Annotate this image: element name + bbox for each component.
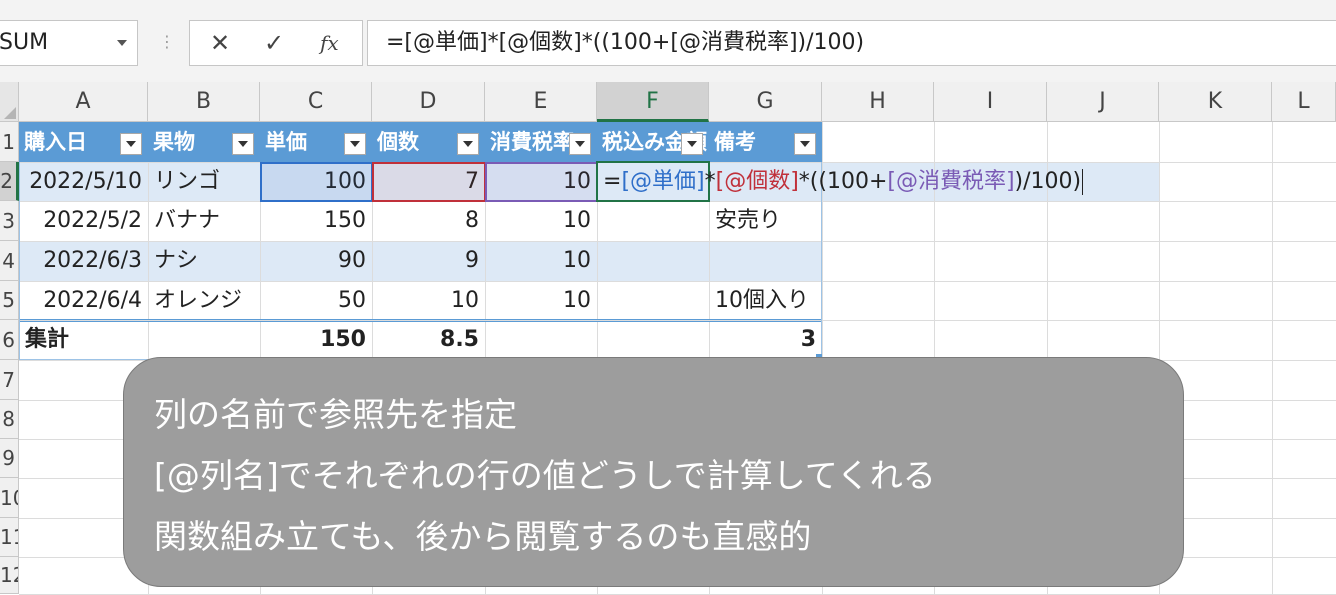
table-cell[interactable] [597,281,709,320]
table-cell[interactable]: 10個入り [709,281,822,320]
name-box[interactable]: SUM [0,20,138,66]
row-header-12[interactable]: 12 [0,557,19,594]
column-header-k[interactable]: K [1159,82,1272,122]
total-cell[interactable] [597,320,709,360]
row-header-4[interactable]: 4 [0,241,19,281]
callout-line-2: [@列名]でそれぞれの行の値どうしで計算してくれる [154,456,936,495]
select-all-button[interactable] [0,82,19,122]
filter-dropdown-icon[interactable] [120,133,142,155]
formula-token-ref-price: [@単価] [621,169,705,194]
row-header-9[interactable]: 9 [0,439,19,478]
callout-line-3: 関数組み立ても、後から閲覧するのも直感的 [154,517,812,556]
formula-token-ref-tax: [@消費税率] [887,169,1015,194]
table-cell[interactable]: 10 [485,201,597,241]
callout-line-1: 列の名前で参照先を指定 [154,395,517,434]
total-cell[interactable]: 8.5 [372,320,485,360]
table-cell[interactable]: 9 [372,241,485,281]
table-cell[interactable]: オレンジ [148,281,260,320]
formula-token-mid: *((100+ [798,169,888,194]
column-header-g[interactable]: G [709,82,822,122]
enter-icon[interactable]: ✓ [264,29,284,57]
row-header-1[interactable]: 1 [0,122,19,162]
column-header-h[interactable]: H [822,82,934,122]
column-header-i[interactable]: I [934,82,1047,122]
table-cell[interactable]: 10 [485,281,597,320]
table-cell[interactable] [709,241,822,281]
row-header-3[interactable]: 3 [0,201,19,241]
filter-dropdown-icon[interactable] [681,133,703,155]
column-header-j[interactable]: J [1047,82,1159,122]
table-cell[interactable]: リンゴ [148,162,260,201]
insert-function-icon[interactable]: fx [320,29,339,57]
column-header-l[interactable]: L [1272,82,1336,122]
table-cell[interactable]: 7 [372,162,485,201]
total-cell[interactable]: 3 [709,320,822,360]
filter-dropdown-icon[interactable] [569,133,591,155]
table-cell[interactable]: 安売り [709,201,822,241]
row-header-8[interactable]: 8 [0,400,19,439]
row-header-6[interactable]: 6 [0,320,19,360]
filter-dropdown-icon[interactable] [344,133,366,155]
column-header-f[interactable]: F [597,82,709,122]
table-cell[interactable]: 2022/5/10 [19,162,148,201]
column-header-d[interactable]: D [372,82,485,122]
table-cell[interactable]: 2022/5/2 [19,201,148,241]
table-cell[interactable]: 10 [485,162,597,201]
chevron-down-icon[interactable] [117,40,127,46]
column-header-e[interactable]: E [485,82,597,122]
total-cell[interactable] [485,320,597,360]
filter-dropdown-icon[interactable] [232,133,254,155]
table-cell[interactable]: ナシ [148,241,260,281]
row-header-7[interactable]: 7 [0,360,19,400]
table-cell[interactable]: 90 [260,241,372,281]
formula-token-eq: = [603,169,622,194]
formula-token-star1: * [704,169,716,194]
drag-handle-icon[interactable]: ⋮ [159,34,175,50]
formula-bar: SUM ⋮ ✕ ✓ fx =[@単価]*[@個数]*((100+[@消費税率])… [0,0,1336,83]
formula-buttons: ✕ ✓ fx [189,20,363,66]
annotation-callout: 列の名前で参照先を指定 [@列名]でそれぞれの行の値どうしで計算してくれる 関数… [123,357,1184,587]
in-cell-formula-editor[interactable]: =[@単価]*[@個数]*((100+[@消費税率])/100) [599,162,1119,201]
row-header-11[interactable]: 11 [0,518,19,557]
table-cell[interactable]: 2022/6/3 [19,241,148,281]
row-header-10[interactable]: 10 [0,478,19,518]
total-cell[interactable]: 150 [260,320,372,360]
formula-input[interactable]: =[@単価]*[@個数]*((100+[@消費税率])/100) [367,20,1336,66]
formula-token-ref-qty: [@個数] [715,169,799,194]
table-cell[interactable] [597,201,709,241]
cancel-icon[interactable]: ✕ [210,29,230,57]
table-cell[interactable]: 100 [260,162,372,201]
text-cursor [1082,169,1084,195]
row-header-5[interactable]: 5 [0,281,19,320]
filter-dropdown-icon[interactable] [457,133,479,155]
table-cell[interactable]: 10 [372,281,485,320]
column-header-b[interactable]: B [148,82,260,122]
filter-dropdown-icon[interactable] [794,133,816,155]
name-box-value: SUM [0,30,49,55]
table-cell[interactable]: 150 [260,201,372,241]
row-header-2[interactable]: 2 [0,162,19,201]
table-cell[interactable] [597,241,709,281]
total-cell[interactable]: 集計 [19,320,148,360]
column-header-c[interactable]: C [260,82,372,122]
total-cell[interactable] [148,320,260,360]
table-cell[interactable]: バナナ [148,201,260,241]
table-cell[interactable]: 50 [260,281,372,320]
table-cell[interactable]: 2022/6/4 [19,281,148,320]
formula-token-tail: )/100) [1014,169,1082,194]
table-cell[interactable]: 8 [372,201,485,241]
table-cell[interactable]: 10 [485,241,597,281]
column-header-a[interactable]: A [19,82,148,122]
